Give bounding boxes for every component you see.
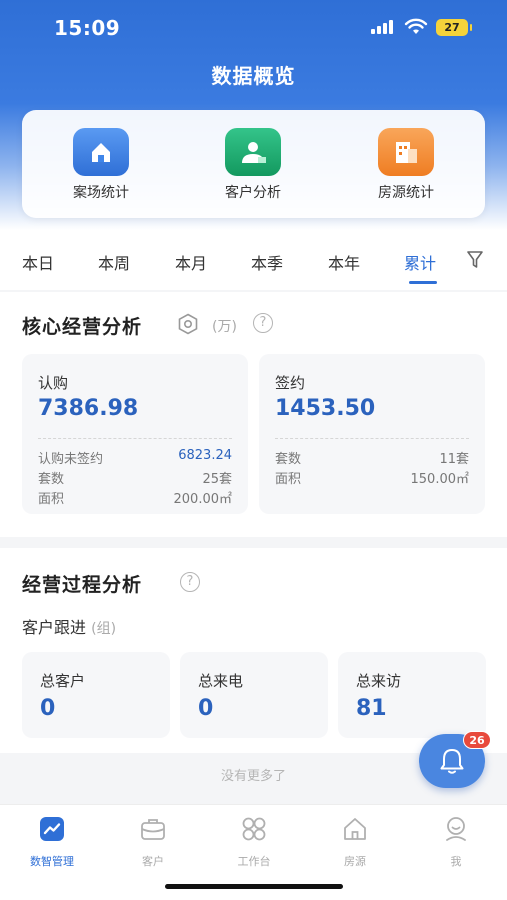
chart-icon [40,817,64,841]
help-icon[interactable]: ? [253,313,273,333]
row-value: 25套 [202,472,232,487]
house-icon [344,818,366,840]
card-value: 1453.50 [275,396,376,421]
divider [38,438,232,439]
quick-action-housing-stats[interactable]: 房源统计 [346,128,466,202]
section-title: 经营过程分析 [22,574,143,596]
settings-hex-icon[interactable] [176,312,200,336]
wifi-icon [404,18,428,34]
grid-icon [242,817,266,841]
row-label: 套数 [38,472,65,487]
tabbar-label: 客户 [142,855,164,868]
stat-value: 0 [198,696,214,721]
followup-unit: (组) [91,621,117,637]
tabbar-item-me[interactable]: 我 [416,815,496,869]
card-label: 认购 [38,374,69,392]
card-row: 套数 25套 [38,468,232,487]
card-row: 面积 200.00㎡ [38,488,232,507]
briefcase-icon [141,819,165,840]
tabbar-item-dashboard[interactable]: 数智管理 [12,815,92,869]
tab-week[interactable]: 本周 [98,250,130,274]
quick-action-label: 客户分析 [225,185,281,201]
status-time: 15:09 [54,16,121,40]
notification-badge: 26 [463,731,491,749]
tabbar-label: 房源 [344,855,366,868]
signal-icon [371,20,395,34]
stat-total-calls[interactable]: 总来电 0 [180,652,328,738]
row-value: 150.00㎡ [410,472,470,487]
divider [275,438,469,439]
tabbar-item-workbench[interactable]: 工作台 [214,815,294,869]
quick-action-label: 案场统计 [73,185,129,201]
quick-action-customer-analysis[interactable]: 客户分析 [193,128,313,202]
bell-icon [440,749,464,774]
house-icon [73,128,129,176]
stat-value: 81 [356,696,387,721]
row-value: 6823.24 [178,448,232,463]
unit-label: (万) [212,319,237,335]
help-icon[interactable]: ? [180,572,200,592]
row-label: 面积 [38,492,65,507]
battery-icon: 27 [436,19,472,36]
stat-value: 0 [40,696,56,721]
row-value: 200.00㎡ [173,492,233,507]
row-value: 11套 [439,452,469,467]
tabbar-label: 工作台 [237,855,271,868]
status-bar: 15:09 27 [0,0,507,58]
tab-year[interactable]: 本年 [328,250,360,274]
row-label: 认购未签约 [38,452,104,467]
building-icon [378,128,434,176]
tabbar-label: 我 [450,855,462,868]
row-label: 套数 [275,452,302,467]
quick-action-label: 房源统计 [378,185,434,201]
card-row: 面积 150.00㎡ [275,468,469,487]
subscribe-card[interactable]: 认购 7386.98 认购未签约 6823.24 套数 25套 面积 200.0… [22,354,248,514]
user-icon [446,817,466,841]
page-title: 数据概览 [211,64,296,88]
tabbar-label: 数智管理 [30,855,74,868]
tab-cumulative[interactable]: 累计 [404,250,436,274]
stat-total-visits[interactable]: 总来访 81 [338,652,486,738]
tab-month[interactable]: 本月 [175,250,207,274]
home-indicator [165,884,343,889]
quick-actions-panel: 案场统计 客户分析 房源统计 [22,110,485,218]
card-row: 套数 11套 [275,448,469,467]
core-analysis-section: 核心经营分析 (万) ? 认购 7386.98 认购未签约 6823.24 套数… [0,292,507,537]
period-tabs: 本日 本周 本月 本季 本年 累计 [0,230,507,290]
card-label: 签约 [275,374,306,392]
process-analysis-section: 经营过程分析 ? 客户跟进 (组) 总客户 0 总来电 0 总来访 81 [0,548,507,753]
followup-title: 客户跟进 [22,618,87,637]
tabbar-item-customers[interactable]: 客户 [113,815,193,869]
active-tab-indicator [409,281,437,284]
stat-label: 总来访 [356,672,402,690]
stat-label: 总来电 [198,672,244,690]
contract-card[interactable]: 签约 1453.50 套数 11套 面积 150.00㎡ [259,354,485,514]
person-icon [225,128,281,176]
card-row: 认购未签约 6823.24 [38,448,232,467]
filter-icon[interactable] [466,250,484,270]
section-title: 核心经营分析 [22,316,143,338]
tab-day[interactable]: 本日 [22,250,54,274]
tabbar-item-housing[interactable]: 房源 [315,815,395,869]
card-value: 7386.98 [38,396,139,421]
row-label: 面积 [275,472,302,487]
stat-label: 总客户 [40,672,86,690]
stat-total-customers[interactable]: 总客户 0 [22,652,170,738]
quick-action-site-stats[interactable]: 案场统计 [41,128,161,202]
tab-quarter[interactable]: 本季 [251,250,283,274]
followup-label: 客户跟进 (组) [22,614,116,638]
